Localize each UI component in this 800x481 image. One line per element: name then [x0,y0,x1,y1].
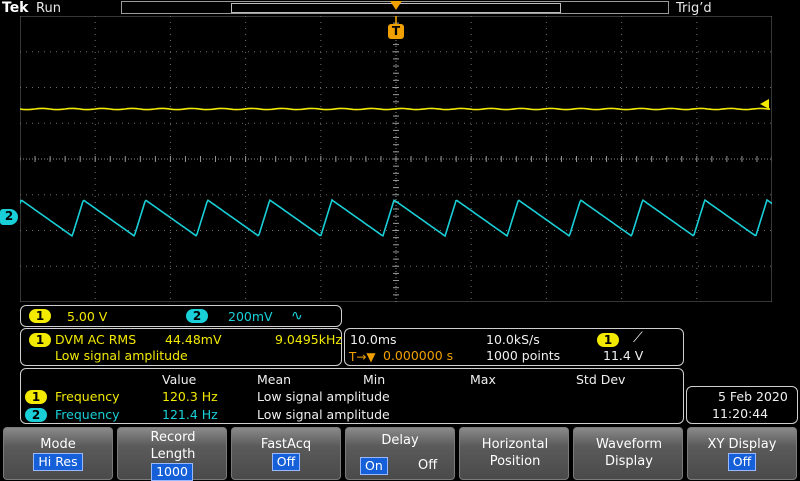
meas1-mean: Low signal amplitude [257,389,390,404]
ch2-ground-marker[interactable]: 2 [0,209,18,225]
meas1-value: 120.3 Hz [162,389,218,404]
horizontal-position: 0.000000 s [383,348,454,363]
horizontal-position-label: Horizontal Position [481,437,549,469]
ch1-scale: 5.00 V [67,309,108,324]
delay-button[interactable]: Delay On Off [345,427,455,480]
trigger-position-marker[interactable] [388,1,404,21]
meas1-name: Frequency [55,389,120,404]
dvm-source-badge: 1 [29,333,51,347]
record-points: 1000 points [486,348,561,363]
sample-rate: 10.0kS/s [486,332,540,347]
ch1-badge: 1 [29,309,51,323]
ch1-waveform [20,107,771,111]
dvm-frequency: 9.0495kHz [275,332,342,347]
fastacq-value: Off [271,453,301,471]
header-min: Min [363,372,386,387]
meas2-badge: 2 [25,408,47,422]
timebase: 10.0ms [350,332,397,347]
waveform-display-button[interactable]: Waveform Display [573,427,683,480]
dvm-label: DVM AC RMS [55,332,137,347]
mode-button[interactable]: Mode Hi Res [3,427,113,480]
mode-value: Hi Res [33,453,83,471]
measurement-table[interactable]: Value Mean Min Max Std Dev 1 Frequency 1… [20,368,684,424]
trigger-status: Trig’d [676,1,712,16]
delay-label: Delay [381,433,419,448]
trigger-source-badge: 1 [597,333,619,347]
dvm-panel[interactable]: 1 DVM AC RMS 44.48mV 9.0495kHz Low signa… [20,328,342,366]
date-time-panel[interactable]: 5 Feb 2020 11:20:44 [686,386,798,424]
fastacq-button[interactable]: FastAcq Off [231,427,341,480]
xy-display-label: XY Display [707,437,777,452]
meas2-mean: Low signal amplitude [257,407,390,422]
mode-label: Mode [40,437,76,452]
header-max: Max [470,372,496,387]
rising-edge-icon: ⟋ [633,330,643,346]
dvm-value: 44.48mV [165,332,222,347]
date: 5 Feb 2020 [718,389,788,404]
ch2-badge: 2 [186,309,208,323]
fastacq-label: FastAcq [260,437,312,452]
trigger-position-icon: T→▼ [349,350,376,364]
graticule [20,16,772,302]
trigger-t-icon[interactable]: T [388,24,404,39]
delay-off: Off [418,458,438,473]
record-length-label: Record Length [150,430,196,462]
record-length-button[interactable]: Record Length 1000 [117,427,227,481]
horizontal-trigger-panel[interactable]: 10.0ms 10.0kS/s 1 ⟋ T→▼ 0.000000 s 1000 … [344,328,684,366]
left-triangle-icon[interactable] [760,99,769,109]
record-length-value: 1000 [151,463,193,481]
channel-scale-panel[interactable]: 1 5.00 V 2 200mV ∿ [20,305,342,327]
header-mean: Mean [257,372,292,387]
ch2-scale: 200mV [228,309,273,324]
horizontal-position-button[interactable]: Horizontal Position [459,427,569,480]
xy-display-button[interactable]: XY Display Off [687,427,797,480]
dvm-note: Low signal amplitude [55,348,188,363]
acquisition-state: Run [36,1,61,16]
xy-display-value: Off [727,453,757,471]
meas2-value: 121.4 Hz [162,407,218,422]
time: 11:20:44 [712,406,769,421]
delay-on: On [360,457,388,475]
header-value: Value [162,372,197,387]
brand-logo: Tek [2,0,29,16]
waveform-display-label: Waveform Display [596,437,662,469]
trigger-level: 11.4 V [603,348,644,363]
header-stddev: Std Dev [576,372,626,387]
meas1-badge: 1 [25,390,47,404]
meas2-name: Frequency [55,407,120,422]
ac-coupling-icon: ∿ [291,308,303,324]
